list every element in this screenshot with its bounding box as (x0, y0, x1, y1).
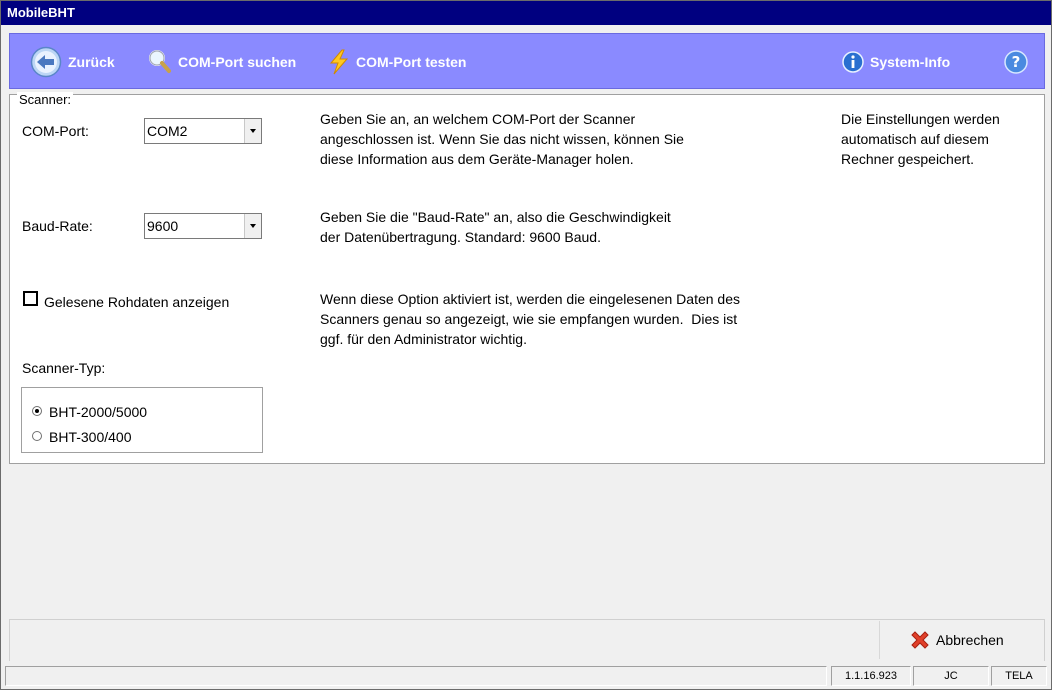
info-icon (842, 51, 864, 73)
raw-data-description-line: Wenn diese Option aktiviert ist, werden … (320, 291, 740, 307)
radio-bht-2000-5000-label[interactable]: BHT-2000/5000 (49, 403, 147, 421)
help-icon: ? (1004, 50, 1028, 74)
baud-rate-select[interactable]: 9600 (144, 213, 262, 239)
settings-saved-note: Die Einstellungen werden automatisch auf… (841, 109, 1000, 169)
back-button-label: Zurück (68, 54, 115, 70)
settings-saved-note-line: Rechner gespeichert. (841, 151, 975, 167)
com-port-test-button[interactable]: COM-Port testen (328, 34, 466, 90)
com-port-description-line: angeschlossen ist. Wenn Sie das nicht wi… (320, 131, 684, 147)
status-cell-main (5, 666, 827, 686)
baud-rate-description-line: Geben Sie die "Baud-Rate" an, also die G… (320, 209, 671, 225)
raw-data-description-line: ggf. für den Administrator wichtig. (320, 331, 527, 347)
status-bar: 1.1.16.923 JC TELA (5, 665, 1049, 687)
window-title: MobileBHT (7, 5, 75, 20)
com-port-test-label: COM-Port testen (356, 54, 467, 70)
baud-rate-label: Baud-Rate: (22, 218, 93, 234)
system-info-label: System-Info (870, 54, 951, 70)
status-version: 1.1.16.923 (831, 666, 911, 686)
com-port-search-button[interactable]: COM-Port suchen (148, 34, 296, 90)
lightning-icon (329, 49, 349, 75)
scanner-group-label: Scanner: (17, 92, 74, 108)
radio-bht-2000-5000[interactable] (32, 406, 42, 416)
com-port-select[interactable]: COM2 (144, 118, 262, 144)
app-window: MobileBHT Zurück COM-Port suchen COM-Por… (0, 0, 1052, 690)
baud-rate-description: Geben Sie die "Baud-Rate" an, also die G… (320, 207, 671, 247)
toolbar: Zurück COM-Port suchen COM-Port testen S… (9, 33, 1045, 89)
title-bar: MobileBHT (1, 1, 1051, 25)
com-port-value: COM2 (147, 123, 188, 139)
magnifier-icon (149, 50, 171, 73)
settings-saved-note-line: Die Einstellungen werden (841, 111, 1000, 127)
red-x-icon (911, 631, 929, 649)
raw-data-description: Wenn diese Option aktiviert ist, werden … (320, 289, 740, 349)
chevron-down-icon[interactable] (244, 119, 261, 143)
radio-bht-300-400[interactable] (32, 431, 42, 441)
baud-rate-description-line: der Datenübertragung. Standard: 9600 Bau… (320, 229, 601, 245)
help-button[interactable]: ? (1004, 34, 1028, 90)
status-user: JC (913, 666, 989, 686)
status-location: TELA (991, 666, 1047, 686)
com-port-description-line: diese Information aus dem Geräte-Manager… (320, 151, 634, 167)
com-port-label: COM-Port: (22, 123, 89, 139)
arrow-left-icon (30, 46, 62, 78)
com-port-description-line: Geben Sie an, an welchem COM-Port der Sc… (320, 111, 636, 127)
com-port-description: Geben Sie an, an welchem COM-Port der Sc… (320, 109, 684, 169)
chevron-down-icon[interactable] (244, 214, 261, 238)
raw-data-label[interactable]: Gelesene Rohdaten anzeigen (44, 293, 229, 311)
settings-saved-note-line: automatisch auf diesem (841, 131, 989, 147)
system-info-button[interactable]: System-Info (842, 34, 950, 90)
cancel-button-label: Abbrechen (936, 632, 1004, 648)
cancel-button[interactable]: Abbrechen (879, 621, 1044, 659)
raw-data-checkbox[interactable] (23, 291, 38, 306)
raw-data-description-line: Scanners genau so angezeigt, wie sie emp… (320, 311, 738, 327)
com-port-search-label: COM-Port suchen (178, 54, 297, 70)
scanner-type-label: Scanner-Typ: (22, 360, 106, 376)
radio-bht-300-400-label[interactable]: BHT-300/400 (49, 428, 132, 446)
svg-text:?: ? (1012, 53, 1021, 71)
back-button[interactable]: Zurück (30, 34, 115, 90)
baud-rate-value: 9600 (147, 218, 179, 234)
